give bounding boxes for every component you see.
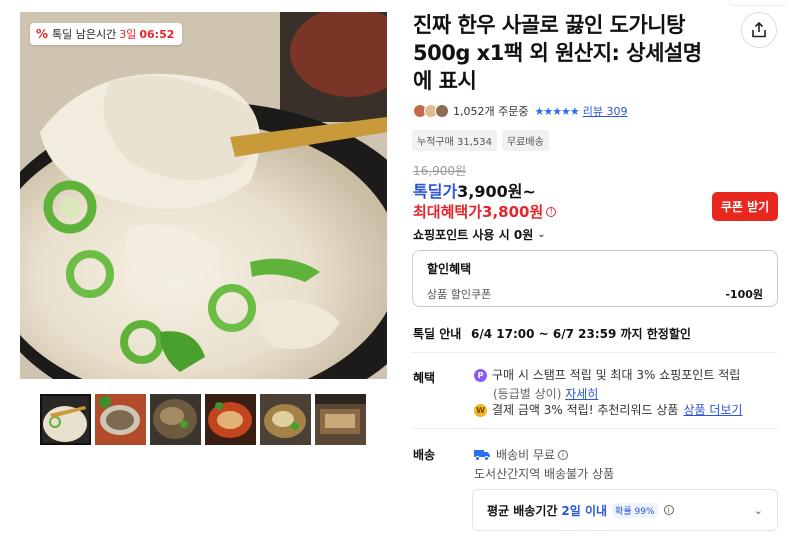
point-usage-label: 쇼핑포인트 사용 시 0원 [413, 228, 534, 242]
shipping-restriction: 도서산간지역 배송불가 상품 [474, 467, 615, 481]
notice-value: 6/4 17:00 ~ 6/7 23:59 까지 한정할인 [471, 327, 691, 341]
avatar [435, 104, 449, 118]
product-title: 진짜 한우 사골로 끓인 도가니탕 500g x1팩 외 원산지: 상세설명에 … [413, 13, 702, 93]
discount-row: 상품 할인쿠폰 -100원 [427, 286, 763, 302]
stats-row: 1,052개 주문중 ★★★★★ 리뷰 309 [413, 103, 628, 119]
shipping-fee: 배송비 무료 [496, 448, 556, 462]
tag-row: 누적구매 31,534 무료배송 [412, 130, 549, 151]
timer-label: 톡딜 남은시간 [52, 28, 117, 41]
timer-days: 3일 [119, 28, 137, 41]
chevron-down-icon: ⌄ [753, 503, 763, 517]
max-benefit-price: 최대혜택가 3,800원 ! [413, 201, 557, 222]
max-price-label: 최대혜택가 [413, 203, 483, 221]
thumbnail-3[interactable] [150, 394, 201, 445]
thumbnail-2[interactable] [95, 394, 146, 445]
point-usage-toggle[interactable]: 쇼핑포인트 사용 시 0원 ⌄ [413, 226, 546, 243]
percent-icon: % [36, 27, 49, 41]
more-products-link[interactable]: 상품 더보기 [683, 402, 742, 419]
discount-box: 할인혜택 상품 할인쿠폰 -100원 [412, 250, 778, 307]
truck-icon [474, 449, 490, 461]
top-corner-tab [728, 0, 788, 6]
info-icon[interactable]: ! [546, 206, 557, 217]
soup-illustration [20, 12, 387, 379]
benefit-label: 혜택 [413, 371, 436, 385]
thumbnail-6[interactable] [315, 394, 366, 445]
thumbnail-strip [40, 394, 366, 445]
benefit-line-1-sub: (등급별 상이) 자세히 [493, 387, 599, 401]
deal-price: 톡딜가3,900원~ [413, 178, 536, 202]
deal-price-value: 3,900원~ [457, 182, 536, 201]
share-icon [752, 21, 766, 38]
tag-free-shipping: 무료배송 [501, 130, 549, 151]
thumbnail-1[interactable] [40, 394, 91, 445]
benefit-line-2-text: 결제 금액 3% 적립! 추천리워드 상품 [492, 403, 679, 417]
shipping-fee-row: 배송비 무료 i [474, 446, 569, 463]
rating-stars: ★★★★★ [534, 104, 579, 118]
average-delivery-box[interactable]: 평균 배송기간 2일 이내 확률 99% i ⌄ [472, 489, 778, 531]
order-count: 1,052개 주문중 [453, 105, 529, 118]
max-price-value: 3,800원 [482, 203, 544, 221]
notice-label: 톡딜 안내 [413, 327, 462, 341]
discount-row-label: 상품 할인쿠폰 [427, 288, 492, 301]
timer-badge: % 톡딜 남은시간 3일 06:52 [30, 23, 183, 45]
shipping-label: 배송 [413, 448, 436, 462]
divider [412, 352, 778, 353]
point-icon: P [474, 369, 487, 382]
share-button[interactable] [741, 12, 777, 48]
thumbnail-5[interactable] [260, 394, 311, 445]
info-icon[interactable]: i [663, 505, 674, 515]
deal-price-label: 톡딜가 [413, 182, 458, 201]
buyer-avatars [413, 104, 449, 118]
chevron-down-icon: ⌄ [537, 229, 546, 240]
benefit-line-1-text: 구매 시 스탬프 적립 및 최대 3% 쇼핑포인트 적립 [492, 368, 741, 382]
reward-icon: W [474, 404, 487, 417]
delivery-value: 2일 이내 [561, 503, 608, 518]
divider [412, 428, 778, 429]
timer-time: 06:52 [139, 27, 175, 41]
benefit-line-2: W 결제 금액 3% 적립! 추천리워드 상품 상품 더보기 [474, 402, 742, 419]
details-link[interactable]: 자세히 [565, 387, 598, 401]
tag-cumulative: 누적구매 31,534 [412, 130, 497, 151]
main-product-image [20, 12, 387, 379]
probability-badge: 확률 99% [612, 502, 658, 518]
deal-notice: 톡딜 안내 6/4 17:00 ~ 6/7 23:59 까지 한정할인 [413, 325, 691, 342]
info-icon[interactable]: i [558, 449, 569, 460]
discount-heading: 할인혜택 [427, 262, 472, 276]
delivery-label: 평균 배송기간 [487, 503, 558, 518]
review-link[interactable]: 리뷰 309 [583, 103, 628, 119]
discount-row-amount: -100원 [725, 288, 763, 301]
get-coupon-button[interactable]: 쿠폰 받기 [712, 192, 778, 221]
thumbnail-4[interactable] [205, 394, 256, 445]
original-price: 16,900원 [413, 164, 467, 178]
benefit-line-1: P 구매 시 스탬프 적립 및 최대 3% 쇼핑포인트 적립 [474, 367, 740, 384]
